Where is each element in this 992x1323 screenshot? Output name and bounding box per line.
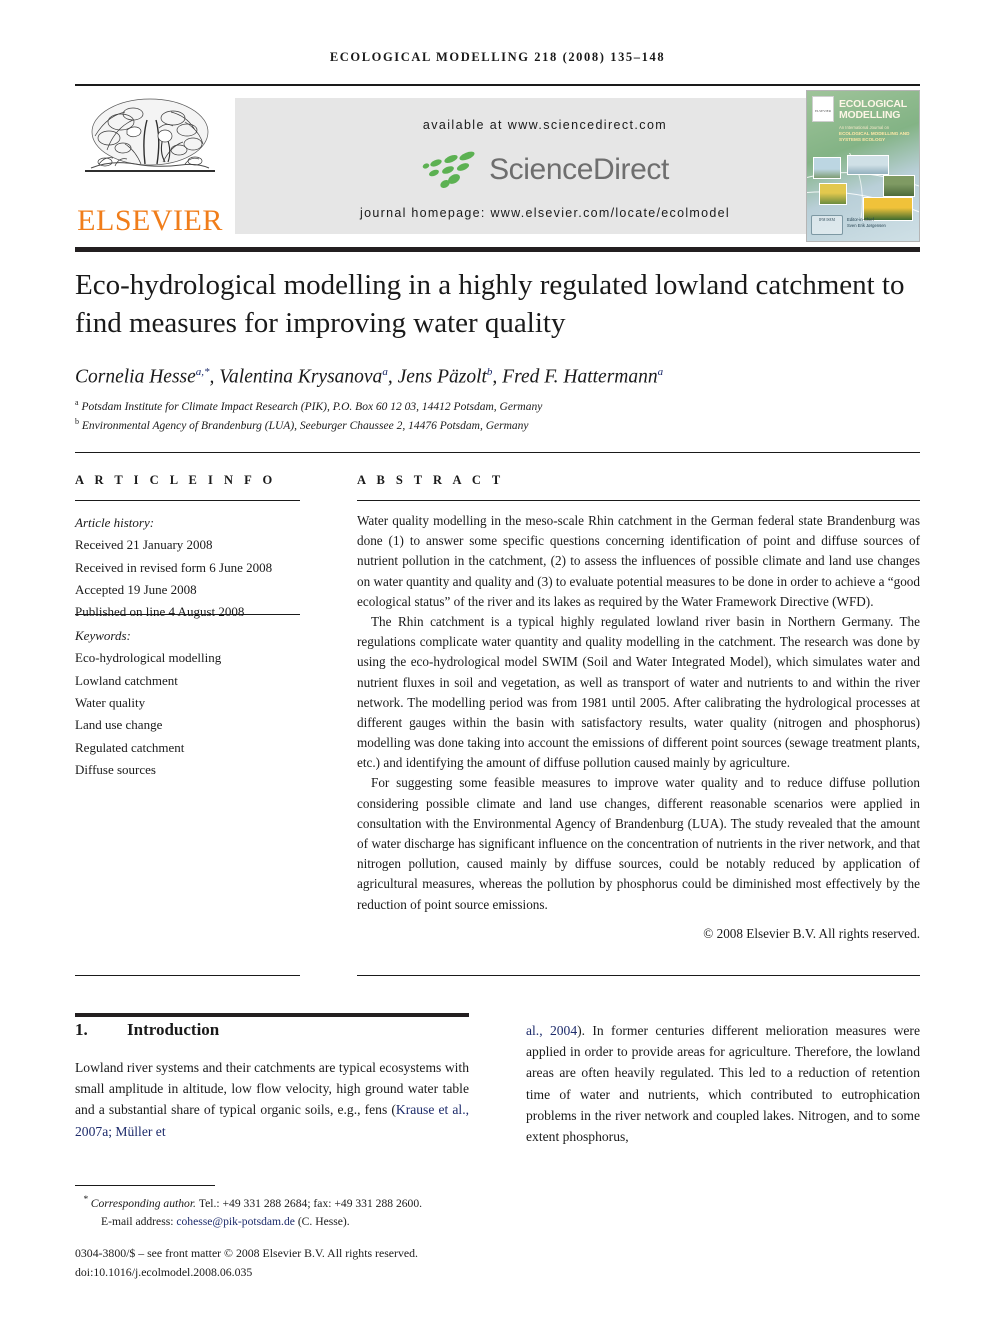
elsevier-wordmark: ELSEVIER — [77, 204, 223, 237]
section-top-rule — [75, 1013, 469, 1017]
cover-subtitle-line: An International Journal on — [839, 125, 890, 130]
email-link[interactable]: cohesse@pik-potsdam.de — [176, 1215, 295, 1228]
running-head: ECOLOGICAL MODELLING 218 (2008) 135–148 — [329, 50, 666, 64]
imprint-block: 0304-3800/$ – see front matter © 2008 El… — [75, 1244, 575, 1282]
affiliation-mark-a: a — [75, 398, 79, 407]
keyword-item: Diffuse sources — [75, 762, 156, 778]
history-item-published: Published on line 4 August 2008 — [75, 604, 245, 620]
body-column-right: al., 2004). In former centuries differen… — [526, 1020, 920, 1147]
affiliation-text-a: Potsdam Institute for Climate Impact Res… — [81, 400, 543, 413]
masthead-bottom-rule — [75, 247, 920, 252]
section-title: Introduction — [127, 1020, 220, 1039]
email-label: E-mail address: — [101, 1215, 174, 1229]
abstract-heading: A B S T R A C T — [357, 473, 505, 487]
body-column-left: Lowland river systems and their catchmen… — [75, 1057, 469, 1142]
journal-homepage-text: journal homepage: www.elsevier.com/locat… — [360, 206, 730, 220]
sciencedirect-banner: available at www.sciencedirect.com Scien… — [235, 98, 855, 234]
author-name-4: Fred F. Hattermann — [502, 366, 658, 388]
abstract-paragraph-3: For suggesting some feasible measures to… — [357, 775, 920, 912]
affiliation-b: b Environmental Agency of Brandenburg (L… — [75, 416, 935, 435]
keywords-top-rule — [75, 614, 300, 615]
abstract-text: Water quality modelling in the meso-scal… — [357, 511, 920, 944]
abstract-copyright: © 2008 Elsevier B.V. All rights reserved… — [703, 925, 920, 941]
citation-link[interactable]: al., 2004 — [526, 1023, 577, 1038]
sciencedirect-dots-icon — [422, 151, 475, 188]
article-page: ECOLOGICAL MODELLING 218 (2008) 135–148 — [0, 0, 992, 1323]
affiliations: a Potsdam Institute for Climate Impact R… — [75, 397, 935, 436]
affiliation-mark-b: b — [75, 417, 79, 427]
cover-elsevier-mark: ELSEVIER — [812, 96, 834, 122]
author-name-1: Cornelia Hesse — [75, 366, 196, 388]
history-item-revised: Received in revised form 6 June 2008 — [75, 559, 273, 575]
corresponding-author-contact: Tel.: +49 331 288 2684; fax: +49 331 288… — [198, 1196, 423, 1210]
section-heading: 1. Introduction — [75, 1020, 469, 1040]
affiliation-text-b: Environmental Agency of Brandenburg (LUA… — [81, 420, 529, 433]
footnote-marker: * — [83, 1194, 88, 1205]
cover-photo-butterfly — [819, 183, 847, 205]
abstract-bottom-rule — [357, 975, 920, 976]
cover-society-badge: IFM ISEM — [811, 215, 843, 235]
history-item-accepted: Accepted 19 June 2008 — [75, 582, 197, 598]
author-mark-2: a — [382, 366, 388, 378]
info-bottom-rule — [75, 975, 300, 976]
cover-photo-mountain — [813, 157, 841, 179]
keyword-item: Land use change — [75, 717, 163, 733]
sciencedirect-logo[interactable]: ScienceDirect — [235, 146, 855, 194]
masthead: ELSEVIER available at www.sciencedirect.… — [75, 84, 920, 244]
keyword-item: Regulated catchment — [75, 739, 185, 755]
footnote-block: * Corresponding author. Tel.: +49 331 28… — [75, 1192, 505, 1231]
keyword-item: Lowland catchment — [75, 672, 178, 688]
elsevier-logo: ELSEVIER — [75, 92, 225, 242]
sciencedirect-wordmark: ScienceDirect — [489, 153, 669, 186]
email-line: E-mail address: cohesse@pik-potsdam.de (… — [75, 1213, 505, 1231]
abstract-paragraph-1: Water quality modelling in the meso-scal… — [357, 513, 920, 609]
section-number: 1. — [75, 1020, 88, 1039]
body-text-right: ). In former centuries different meliora… — [526, 1023, 920, 1145]
author-name-2: Valentina Krysanova — [219, 366, 383, 388]
corresponding-author-line: * Corresponding author. Tel.: +49 331 28… — [75, 1192, 505, 1213]
cover-photo-lake — [847, 155, 889, 175]
elsevier-tree-icon — [85, 98, 215, 172]
keyword-item: Water quality — [75, 695, 146, 711]
cover-editor: Editor-in-Chief Sven Erik Jørgensen — [847, 217, 886, 230]
abstract-heading-rule — [357, 500, 920, 501]
front-matter-line: 0304-3800/$ – see front matter © 2008 El… — [75, 1246, 418, 1260]
affiliation-a: a Potsdam Institute for Climate Impact R… — [75, 397, 935, 416]
cover-subtitle: An International Journal on ECOLOGICAL M… — [839, 125, 913, 143]
doi-line[interactable]: doi:10.1016/j.ecolmodel.2008.06.035 — [75, 1263, 575, 1282]
author-name-3: Jens Päzolt — [397, 366, 487, 388]
info-heading-rule — [75, 500, 300, 501]
cover-scope-line-1: ECOLOGICAL MODELLING AND — [839, 130, 910, 136]
cover-photo-collage — [807, 148, 919, 221]
author-list: Cornelia Hessea,*, Valentina Krysanovaa,… — [75, 366, 664, 388]
article-history: Article history: Received 21 January 200… — [75, 512, 345, 624]
cover-scope-line-2: SYSTEMS ECOLOGY — [839, 136, 886, 142]
info-top-rule — [75, 452, 920, 453]
history-item-received: Received 21 January 2008 — [75, 537, 213, 553]
cover-editor-label: Editor-in-Chief — [847, 217, 874, 222]
author-mark-3: b — [486, 366, 493, 378]
page-title: Eco-hydrological modelling in a highly r… — [75, 269, 905, 340]
keywords-block: Keywords: Eco-hydrological modelling Low… — [75, 625, 345, 782]
available-at-text: available at www.sciencedirect.com — [422, 118, 668, 132]
cover-editor-name: Sven Erik Jørgensen — [847, 223, 886, 229]
history-label: Article history: — [75, 515, 155, 530]
keyword-item: Eco-hydrological modelling — [75, 650, 222, 666]
cover-title: ECOLOGICAL MODELLING — [839, 98, 907, 122]
journal-cover-thumbnail: ELSEVIER ECOLOGICAL MODELLING An Interna… — [806, 90, 920, 242]
email-owner: (C. Hesse). — [297, 1215, 350, 1229]
article-info-heading: A R T I C L E I N F O — [75, 473, 277, 487]
author-mark-4: a — [657, 366, 664, 378]
cover-photo-people — [883, 175, 915, 197]
author-mark-1: a,* — [195, 366, 210, 378]
cover-footer: IFM ISEM Editor-in-Chief Sven Erik Jørge… — [811, 215, 915, 237]
corresponding-author-label: Corresponding author. — [90, 1196, 196, 1210]
keywords-label: Keywords: — [75, 628, 131, 643]
abstract-paragraph-2: The Rhin catchment is a typical highly r… — [357, 613, 920, 771]
footnote-rule — [75, 1185, 215, 1186]
